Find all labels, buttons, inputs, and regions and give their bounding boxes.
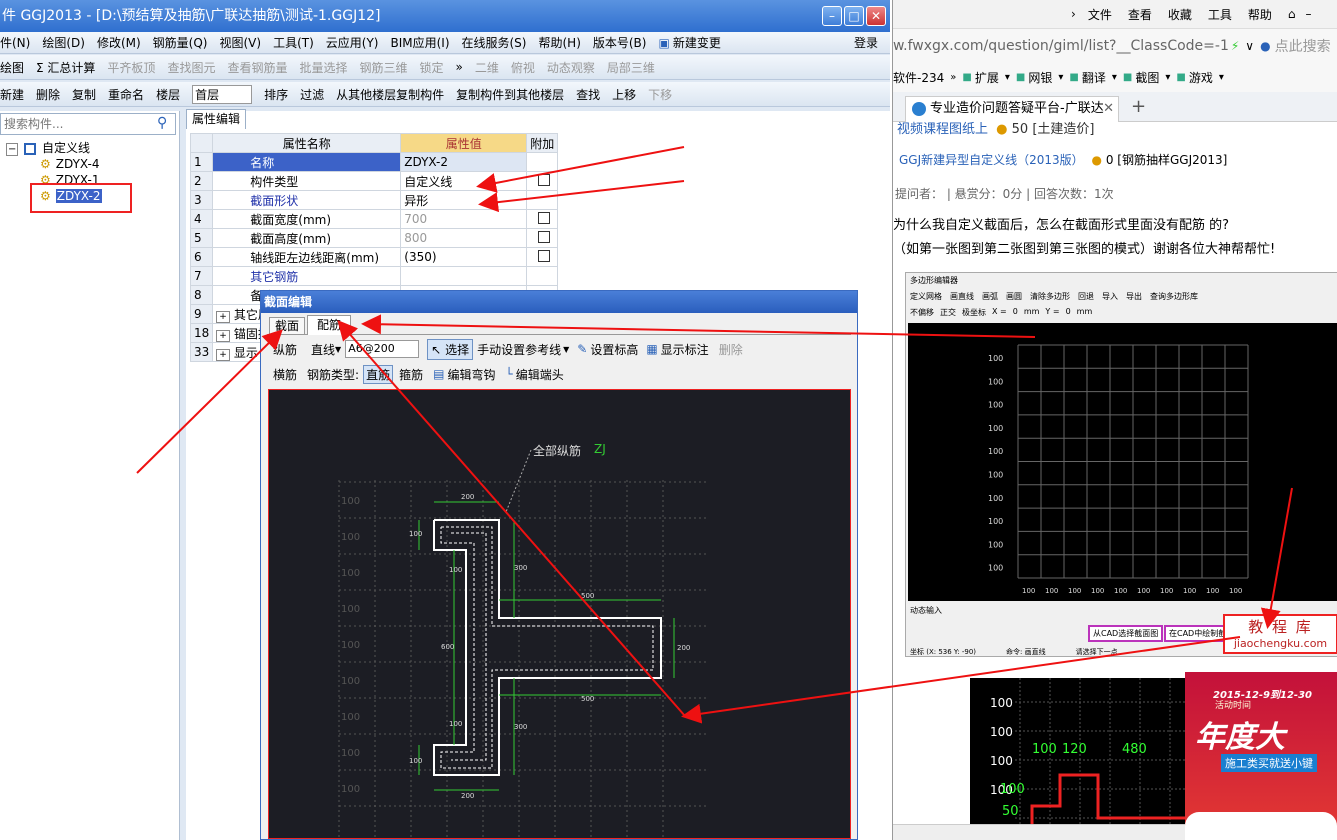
annotation-arrows — [136, 146, 1293, 724]
arrow-section-tab — [136, 329, 283, 474]
arrow-component-type — [476, 146, 685, 193]
arrow-section-shape — [478, 180, 685, 213]
arrow-watermark — [1260, 487, 1293, 629]
arrow-to-canvas — [681, 636, 1241, 724]
arrow-canvas-to-tab — [337, 319, 686, 717]
arrow-rebar-tab — [361, 314, 1036, 338]
